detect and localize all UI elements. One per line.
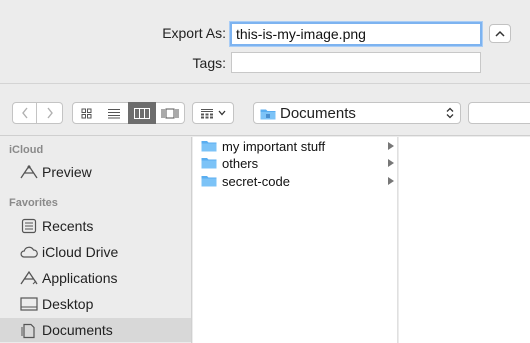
arrange-grid-icon xyxy=(201,108,213,118)
search-field[interactable] xyxy=(468,102,530,124)
item-name: others xyxy=(222,155,259,171)
sidebar-item-label: Preview xyxy=(42,164,92,180)
location-label: Documents xyxy=(280,105,356,122)
folder-icon xyxy=(201,176,217,187)
tags-label: Tags: xyxy=(192,55,226,71)
preview-icon xyxy=(19,163,39,181)
cloud-icon xyxy=(19,243,39,261)
list-view-icon xyxy=(108,108,120,119)
chevron-left-icon xyxy=(21,107,28,119)
sidebar-section-favorites: Favorites xyxy=(9,197,58,209)
disclosure-arrow-icon xyxy=(388,142,394,150)
folder-icon xyxy=(201,141,217,152)
sidebar-item-icloud-drive[interactable]: iCloud Drive xyxy=(0,240,191,264)
recents-icon xyxy=(19,217,39,235)
folder-icon xyxy=(201,158,217,169)
chevron-right-icon xyxy=(46,107,53,119)
list-item[interactable]: secret-code xyxy=(193,172,398,190)
disclosure-arrow-icon xyxy=(388,159,394,167)
item-name: secret-code xyxy=(222,173,290,189)
sidebar-item-applications[interactable]: Applications xyxy=(0,266,191,290)
column-view-button[interactable] xyxy=(128,102,157,124)
column-view-icon xyxy=(134,107,150,119)
sidebar-section-icloud: iCloud xyxy=(9,144,44,156)
toolbar: Documents xyxy=(0,84,530,136)
sidebar-item-documents[interactable]: Documents xyxy=(0,318,191,342)
location-popup[interactable]: Documents xyxy=(253,102,461,124)
list-view-button[interactable] xyxy=(100,102,129,124)
documents-folder-icon xyxy=(260,109,276,120)
updown-chevron-icon xyxy=(446,107,454,119)
icon-view-button[interactable] xyxy=(72,102,101,124)
list-item[interactable]: my important stuff xyxy=(193,137,398,155)
arrange-button[interactable] xyxy=(192,102,234,124)
list-item[interactable]: others xyxy=(193,154,398,172)
icon-view-icon xyxy=(81,108,92,118)
chevron-down-icon xyxy=(218,110,226,116)
sidebar-item-recents[interactable]: Recents xyxy=(0,214,191,238)
documents-icon xyxy=(19,321,39,339)
export-panel: Export As: Tags: xyxy=(0,0,530,84)
chevron-up-icon xyxy=(495,30,505,37)
export-as-label: Export As: xyxy=(162,25,226,41)
forward-button[interactable] xyxy=(37,102,63,124)
cover-flow-button[interactable] xyxy=(156,102,185,124)
cover-flow-icon xyxy=(161,108,179,118)
collapse-button[interactable] xyxy=(489,24,511,43)
browser-column-empty xyxy=(399,137,530,343)
sidebar-item-label: Recents xyxy=(42,218,94,234)
tags-input[interactable] xyxy=(231,52,481,73)
sidebar-item-preview[interactable]: Preview xyxy=(0,160,191,184)
sidebar-item-label: Desktop xyxy=(42,296,94,312)
browser-column: my important stuff others secret-code xyxy=(193,137,398,343)
disclosure-arrow-icon xyxy=(388,177,394,185)
filename-input[interactable] xyxy=(230,22,482,46)
sidebar-item-label: iCloud Drive xyxy=(42,244,119,260)
sidebar-item-label: Documents xyxy=(42,322,113,338)
item-name: my important stuff xyxy=(222,138,326,154)
sidebar-item-label: Applications xyxy=(42,270,118,286)
applications-icon xyxy=(19,269,39,287)
back-button[interactable] xyxy=(12,102,37,124)
sidebar: iCloud Preview Favorites Recents iCloud … xyxy=(0,137,192,343)
sidebar-item-desktop[interactable]: Desktop xyxy=(0,292,191,316)
desktop-icon xyxy=(19,295,39,313)
